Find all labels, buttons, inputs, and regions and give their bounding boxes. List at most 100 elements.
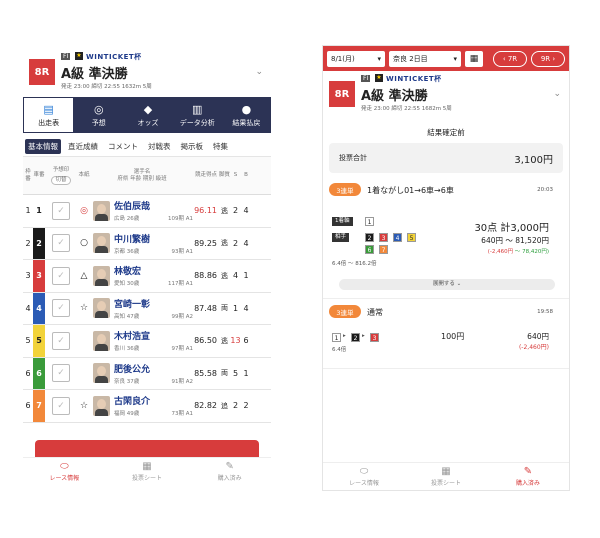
bottom-purchased[interactable]: ✎ 購入済み bbox=[188, 458, 271, 485]
next-race-button[interactable]: 9R › bbox=[531, 50, 565, 67]
frame-number: 3 bbox=[25, 271, 31, 281]
leg-type: 両 bbox=[221, 304, 228, 313]
avatar bbox=[92, 265, 110, 286]
header-score: 競走得点 bbox=[194, 172, 217, 178]
arrow-icon: ▸ bbox=[362, 333, 365, 339]
arrow-icon: ▸ bbox=[343, 333, 346, 339]
car-number: 7 bbox=[33, 390, 45, 422]
prediction-checkbox[interactable]: ✓ bbox=[52, 201, 70, 220]
chevron-down-icon[interactable]: ⌄ bbox=[553, 89, 561, 99]
frame-number: 6 bbox=[25, 368, 31, 378]
frame-number: 4 bbox=[25, 303, 31, 313]
score: 89.25 bbox=[194, 238, 217, 248]
table-header: 枠番 車番 予想印 切替 本紙 選手名 府県 年齢 期別 級班 競走得点 脚質 S … bbox=[23, 157, 271, 195]
calendar-icon[interactable]: ▦ bbox=[465, 50, 483, 67]
b-count: 4 bbox=[243, 206, 249, 216]
table-row[interactable]: 6 7 ✓ ☆ 古閑良介 福岡 49歳 73期 A1 82.82 追 2 2 bbox=[23, 390, 271, 423]
table-row[interactable]: 2 2 ✓ ○ 中川繁樹 京都 36歳 93期 A1 89.25 逃 2 4 bbox=[23, 227, 271, 260]
date-select[interactable]: 8/1(月) ▾ bbox=[327, 50, 385, 67]
payout: 640円 bbox=[527, 332, 549, 341]
prediction-checkbox[interactable]: ✓ bbox=[52, 234, 70, 253]
tab-entry-list[interactable]: ▤ 出走表 bbox=[23, 97, 75, 133]
player-pref: 高知 47歳 bbox=[114, 313, 140, 320]
score: 87.48 bbox=[194, 303, 217, 313]
prediction-checkbox[interactable]: ✓ bbox=[52, 364, 70, 383]
tab-results[interactable]: ● 結果払戻 bbox=[221, 97, 271, 133]
prediction-checkbox[interactable]: ✓ bbox=[52, 396, 70, 415]
combo-number: 1 bbox=[332, 333, 341, 342]
player-name[interactable]: 古閑良介 bbox=[114, 394, 193, 407]
subtab-basic-info[interactable]: 基本情報 bbox=[25, 139, 61, 154]
avatar bbox=[92, 298, 110, 319]
s-count: 2 bbox=[232, 238, 239, 248]
prediction-checkbox[interactable]: ✓ bbox=[52, 299, 70, 318]
prediction-checkbox[interactable]: ✓ bbox=[52, 331, 70, 350]
bottom-race-info[interactable]: ⬭ レース情報 bbox=[323, 463, 405, 490]
table-row[interactable]: 3 3 ✓ △ 林敬宏 愛知 30歳 117期 A1 88.86 逃 4 1 bbox=[23, 260, 271, 293]
expand-button[interactable]: 展開する ⌄ bbox=[339, 279, 555, 290]
race-title: A級 準決勝 bbox=[61, 67, 128, 82]
chevron-down-icon: ▾ bbox=[453, 54, 457, 63]
odds: 6.4倍 bbox=[332, 347, 347, 353]
player-term: 97期 A1 bbox=[171, 346, 193, 353]
toggle-button[interactable]: 切替 bbox=[51, 175, 71, 185]
paper-mark: ○ bbox=[80, 238, 88, 249]
partner-number: 7 bbox=[379, 245, 388, 254]
prev-race-button[interactable]: ‹ 7R bbox=[493, 50, 527, 67]
player-name[interactable]: 宮崎一彰 bbox=[114, 297, 193, 310]
subtab-comments[interactable]: コメント bbox=[105, 139, 141, 154]
score: 85.58 bbox=[194, 368, 217, 378]
table-row[interactable]: 1 1 ✓ ◎ 佐伯辰哉 広島 26歳 109期 A1 96.11 逃 2 4 bbox=[23, 195, 271, 228]
table-row[interactable]: 4 4 ✓ ☆ 宮崎一彰 高知 47歳 99期 A2 87.48 両 1 4 bbox=[23, 292, 271, 325]
odds-range: 6.4倍 〜 816.2倍 bbox=[332, 261, 377, 267]
right-screen: 8/1(月) ▾ 奈良 2日目 ▾ ▦ ‹ 7R 9R › 8R FI ★ WINT… bbox=[322, 45, 570, 491]
chevron-down-icon[interactable]: ⌄ bbox=[255, 67, 263, 77]
player-name[interactable]: 林敬宏 bbox=[114, 264, 193, 277]
subtab-recent-results[interactable]: 直近成績 bbox=[65, 139, 101, 154]
bottom-purchased[interactable]: ✎ 購入済み bbox=[487, 463, 569, 490]
bottom-vote-sheet[interactable]: ▦ 投票シート bbox=[405, 463, 487, 490]
player-pref: 香川 36歳 bbox=[114, 346, 140, 353]
partner-number: 4 bbox=[393, 233, 402, 242]
player-name[interactable]: 佐伯辰哉 bbox=[114, 199, 193, 212]
entry-table: 1 1 ✓ ◎ 佐伯辰哉 広島 26歳 109期 A1 96.11 逃 2 4 2 2 ✓ ○ 中川繁樹 京都 … bbox=[23, 195, 271, 423]
race-number-badge: 8R bbox=[29, 59, 55, 85]
table-row[interactable]: 5 5 ✓ 木村浩宣 香川 36歳 97期 A1 86.50 逃 13 6 bbox=[23, 325, 271, 358]
score: 82.82 bbox=[194, 401, 217, 411]
prediction-checkbox[interactable]: ✓ bbox=[52, 266, 70, 285]
tab-prediction[interactable]: ◎ 予想 bbox=[74, 97, 124, 133]
player-term: 99期 A2 bbox=[171, 313, 193, 320]
race-info: 発走 23:00 締切 22:55 1632m 5周 bbox=[61, 84, 152, 90]
s-count: 4 bbox=[232, 271, 239, 281]
player-term: 91期 A2 bbox=[171, 378, 193, 385]
score: 96.11 bbox=[194, 206, 217, 216]
car-number: 4 bbox=[33, 292, 45, 324]
chart-icon: ▥ bbox=[192, 102, 203, 116]
bottom-vote-sheet[interactable]: ▦ 投票シート bbox=[106, 458, 189, 485]
subtab-board[interactable]: 掲示板 bbox=[178, 139, 207, 154]
player-term: 117期 A1 bbox=[167, 281, 193, 288]
venue-select[interactable]: 奈良 2日目 ▾ bbox=[389, 50, 461, 67]
avatar bbox=[92, 363, 110, 384]
profit: (-2,460円) bbox=[518, 344, 549, 351]
header-car: 車番 bbox=[33, 172, 45, 178]
subtab-feature[interactable]: 特集 bbox=[210, 139, 231, 154]
tab-data-analysis[interactable]: ▥ データ分析 bbox=[172, 97, 222, 133]
s-count: 2 bbox=[232, 401, 239, 411]
tab-odds[interactable]: ◆ オッズ bbox=[123, 97, 173, 133]
bottom-race-info[interactable]: ⬭ レース情報 bbox=[23, 458, 106, 485]
race-header: 8R FI ★ WINTICKET杯 A級 準決勝 発走 23:00 締切 22… bbox=[23, 45, 271, 97]
list-icon: ▤ bbox=[43, 102, 54, 116]
player-term: 109期 A1 bbox=[167, 216, 193, 223]
bottom-nav: ⬭ レース情報 ▦ 投票シート ✎ 購入済み bbox=[23, 457, 271, 485]
player-name[interactable]: 肥後公允 bbox=[114, 362, 193, 375]
table-row[interactable]: 6 6 ✓ 肥後公允 奈良 37歳 91期 A2 85.58 両 5 1 bbox=[23, 357, 271, 390]
player-name[interactable]: 中川繁樹 bbox=[114, 232, 193, 245]
b-count: 2 bbox=[243, 401, 249, 411]
left-screen: 8R FI ★ WINTICKET杯 A級 準決勝 発走 23:00 締切 22… bbox=[23, 45, 271, 485]
subtab-matchups[interactable]: 対戦表 bbox=[145, 139, 174, 154]
avatar bbox=[92, 395, 110, 416]
partner-number: 3 bbox=[379, 233, 388, 242]
player-name[interactable]: 木村浩宣 bbox=[114, 329, 193, 342]
combo-number: 3 bbox=[370, 333, 379, 342]
